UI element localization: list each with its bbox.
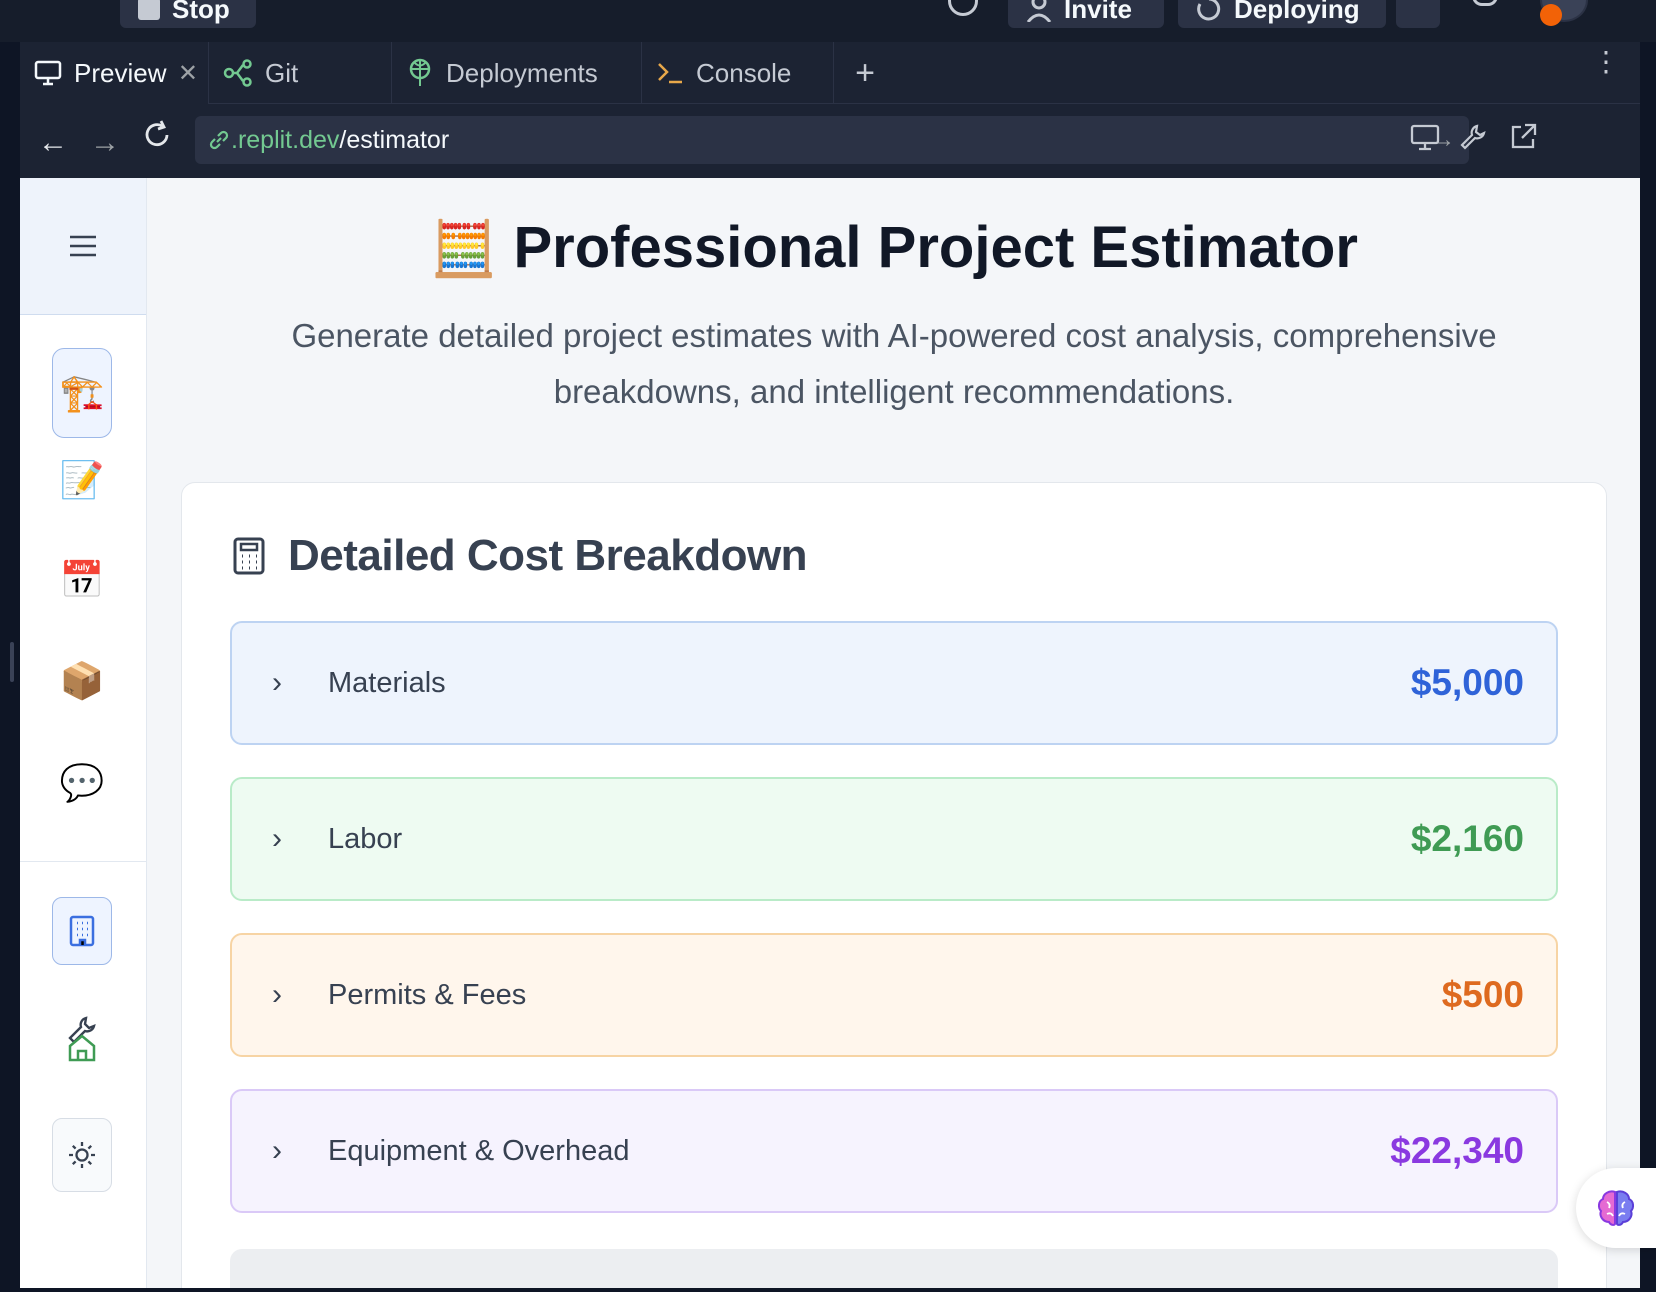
row-label: Materials — [328, 666, 446, 699]
extra-button[interactable] — [1396, 0, 1440, 28]
right-gutter — [1640, 42, 1656, 1292]
home-icon — [68, 1034, 96, 1062]
row-label: Equipment & Overhead — [328, 1134, 630, 1167]
row-label: Labor — [328, 822, 403, 855]
breakdown-row-equipment[interactable]: › Equipment & Overhead $22,340 — [230, 1089, 1558, 1213]
hamburger-menu-icon[interactable] — [68, 234, 98, 258]
cost-breakdown-card: Detailed Cost Breakdown › Materials $5,0… — [181, 482, 1607, 1288]
breakdown-row-labor[interactable]: › Labor $2,160 — [230, 777, 1558, 901]
sidebar-item-calendar[interactable]: 📅 — [52, 535, 112, 625]
external-link-icon[interactable] — [1508, 122, 1538, 152]
row-amount: $22,340 — [1390, 1130, 1524, 1171]
tab-label: Deployments — [446, 57, 598, 88]
preview-pane: 🏗️ 📝 📅 📦 💬 🧮 Professional Project Estima… — [20, 178, 1640, 1288]
more-vertical-icon[interactable]: ⋮ — [1592, 48, 1620, 76]
url-path: /estimator — [339, 125, 450, 154]
search-icon[interactable] — [948, 0, 978, 16]
abacus-icon: 🧮 — [430, 219, 498, 279]
breakdown-row-partial — [230, 1249, 1558, 1288]
tab-label: Git — [265, 57, 299, 88]
card-title: Detailed Cost Breakdown — [232, 531, 808, 581]
left-gutter — [0, 42, 20, 1292]
sidebar-divider — [20, 861, 147, 862]
chevron-right-icon: › — [272, 978, 282, 1011]
bell-icon[interactable] — [1472, 0, 1498, 6]
sidebar-item-chat[interactable]: 💬 — [52, 738, 112, 828]
main-content: 🧮 Professional Project Estimator Generat… — [148, 178, 1640, 1288]
user-icon — [1026, 0, 1052, 22]
page-title: 🧮 Professional Project Estimator — [148, 214, 1640, 281]
url-domain: .replit.dev — [231, 125, 340, 154]
sidebar-header — [20, 178, 146, 315]
page-title-text: Professional Project Estimator — [513, 215, 1358, 280]
sidebar-item-construction[interactable]: 🏗️ — [52, 348, 112, 438]
deployments-icon — [409, 58, 431, 86]
terminal-icon — [658, 63, 682, 84]
chevron-right-icon: › — [272, 666, 282, 699]
invite-label: Invite — [1064, 0, 1132, 24]
ai-assistant-button[interactable] — [1576, 1168, 1656, 1248]
url-bar: ← → .replit.dev /estimator → — [20, 104, 1640, 178]
row-amount: $5,000 — [1410, 662, 1524, 703]
speech-bubble-icon: 💬 — [59, 762, 105, 803]
link-icon — [209, 130, 229, 150]
tab-label: Console — [696, 57, 792, 88]
brain-icon — [1597, 1190, 1635, 1226]
building-icon — [69, 915, 95, 947]
url-input[interactable]: .replit.dev /estimator → — [195, 116, 1469, 164]
calendar-icon: 📅 — [59, 559, 105, 600]
sidebar-item-notes[interactable]: 📝 — [52, 435, 112, 525]
stop-icon — [138, 0, 160, 20]
stop-label: Stop — [172, 0, 230, 24]
resize-handle[interactable] — [10, 642, 14, 682]
stop-button[interactable]: Stop — [120, 0, 256, 28]
memo-icon: 📝 — [59, 459, 105, 500]
spinner-icon — [1197, 0, 1221, 21]
theme-toggle-button[interactable] — [52, 1118, 112, 1192]
breakdown-row-permits[interactable]: › Permits & Fees $500 — [230, 933, 1558, 1057]
monitor-icon — [34, 60, 62, 86]
close-icon[interactable]: ✕ — [178, 59, 198, 88]
sidebar-item-building[interactable] — [52, 897, 112, 965]
sun-icon — [69, 1142, 95, 1168]
calculator-icon — [233, 537, 265, 575]
chevron-right-icon: › — [272, 1134, 282, 1167]
app-sidebar: 🏗️ 📝 📅 📦 💬 — [20, 178, 147, 1288]
chevron-right-icon: › — [272, 822, 282, 855]
git-branch-icon — [223, 59, 252, 87]
desktop-icon[interactable] — [1410, 122, 1440, 152]
tab-deployments[interactable]: Deployments — [392, 42, 642, 104]
deploying-label: Deploying — [1234, 0, 1360, 24]
breakdown-row-materials[interactable]: › Materials $5,000 — [230, 621, 1558, 745]
tab-git[interactable]: Git — [209, 42, 392, 104]
row-amount: $2,160 — [1410, 818, 1524, 859]
tab-console[interactable]: Console — [642, 42, 834, 104]
tab-preview[interactable]: Preview ✕ — [20, 42, 209, 104]
wrench-icon[interactable] — [1458, 122, 1488, 152]
new-tab-button[interactable]: + — [834, 42, 896, 104]
invite-button[interactable]: Invite — [1008, 0, 1164, 28]
refresh-icon[interactable] — [142, 120, 172, 150]
row-label: Permits & Fees — [328, 978, 527, 1011]
row-amount: $500 — [1441, 974, 1524, 1015]
forward-icon[interactable]: → — [90, 126, 120, 160]
sidebar-item-home[interactable] — [52, 1014, 112, 1082]
package-icon: 📦 — [59, 660, 105, 701]
tab-label: Preview — [74, 57, 167, 88]
back-icon[interactable]: ← — [38, 126, 68, 160]
construction-icon: 🏗️ — [59, 372, 105, 413]
sidebar-item-packages[interactable]: 📦 — [52, 636, 112, 726]
notification-dot — [1540, 4, 1562, 26]
card-title-text: Detailed Cost Breakdown — [288, 531, 808, 580]
deploying-button[interactable]: Deploying — [1178, 0, 1386, 28]
page-subtitle: Generate detailed project estimates with… — [291, 317, 1497, 410]
app-header: Stop Invite Deploying — [0, 0, 1656, 42]
tab-bar: Preview ✕ Git Deployments Console + ⋮ — [20, 42, 1640, 104]
